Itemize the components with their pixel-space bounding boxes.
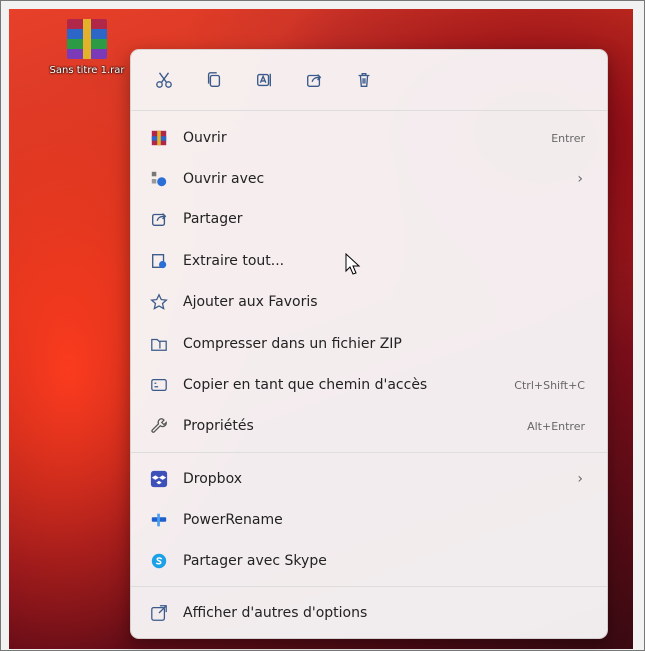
copy-icon bbox=[207, 72, 221, 87]
menu-item-powerrename[interactable]: PowerRename bbox=[137, 502, 601, 538]
menu-item-label: Dropbox bbox=[183, 471, 242, 487]
menu-item-shortcut: Entrer bbox=[551, 131, 585, 145]
powerrename-icon bbox=[149, 510, 169, 530]
menu-item-open-with[interactable]: Ouvrir avec › bbox=[137, 161, 601, 197]
desktop-file-icon[interactable]: Sans titre 1.rar bbox=[47, 19, 127, 76]
menu-item-share-skype[interactable]: Partager avec Skype bbox=[137, 543, 601, 579]
menu-item-label: Ouvrir bbox=[183, 130, 227, 146]
more-options-icon bbox=[149, 603, 169, 623]
mouse-pointer-icon bbox=[345, 253, 361, 275]
menu-item-label: Propriétés bbox=[183, 418, 254, 434]
menu-item-add-favorites[interactable]: Ajouter aux Favoris bbox=[137, 284, 601, 320]
submenu-chevron-icon: › bbox=[577, 171, 583, 187]
menu-item-label: Partager bbox=[183, 211, 243, 227]
menu-item-label: Afficher d'autres d'options bbox=[183, 605, 368, 621]
menu-item-open[interactable]: Ouvrir Entrer bbox=[137, 120, 601, 156]
rar-icon bbox=[149, 128, 169, 148]
menu-item-label: Partager avec Skype bbox=[183, 553, 327, 569]
menu-item-dropbox[interactable]: Dropbox › bbox=[137, 461, 601, 497]
menu-item-share[interactable]: Partager bbox=[137, 201, 601, 237]
delete-icon bbox=[358, 73, 370, 87]
screenshot-frame: Sans titre 1.rar Ouvrir Entrer Ouvrir av… bbox=[0, 0, 645, 651]
menu-item-compress-zip[interactable]: Compresser dans un fichier ZIP bbox=[137, 326, 601, 362]
menu-item-extract-all[interactable]: Extraire tout... bbox=[137, 243, 601, 279]
skype-icon bbox=[149, 551, 169, 571]
menu-item-shortcut: Alt+Entrer bbox=[527, 419, 585, 433]
dropbox-icon bbox=[149, 469, 169, 489]
path-icon bbox=[149, 375, 169, 395]
menu-item-label: Copier en tant que chemin d'accès bbox=[183, 377, 428, 393]
menu-item-label: Ouvrir avec bbox=[183, 171, 265, 187]
share-icon bbox=[307, 74, 322, 87]
rename-button[interactable] bbox=[245, 65, 283, 95]
menu-item-properties[interactable]: Propriétés Alt+Entrer bbox=[137, 408, 601, 444]
rename-icon bbox=[257, 73, 271, 87]
delete-button[interactable] bbox=[345, 65, 383, 95]
share-icon bbox=[149, 209, 169, 229]
submenu-chevron-icon: › bbox=[577, 471, 583, 487]
menu-item-label: PowerRename bbox=[183, 512, 283, 528]
menu-item-label: Ajouter aux Favoris bbox=[183, 294, 318, 310]
menu-item-shortcut: Ctrl+Shift+C bbox=[514, 378, 585, 392]
wrench-icon bbox=[149, 416, 169, 436]
separator bbox=[131, 452, 607, 453]
menu-item-copy-path[interactable]: Copier en tant que chemin d'accès Ctrl+S… bbox=[137, 367, 601, 403]
share-button[interactable] bbox=[295, 65, 333, 95]
context-menu-toolbar bbox=[145, 65, 395, 95]
context-menu: Ouvrir Entrer Ouvrir avec › Partager Ext… bbox=[130, 49, 608, 639]
winrar-archive-icon bbox=[67, 19, 107, 59]
star-icon bbox=[149, 292, 169, 312]
separator bbox=[131, 586, 607, 587]
cut-icon bbox=[156, 72, 172, 88]
desktop-file-label: Sans titre 1.rar bbox=[49, 65, 125, 76]
copy-button[interactable] bbox=[195, 65, 233, 95]
open-with-icon bbox=[149, 169, 169, 189]
separator bbox=[131, 110, 607, 111]
zip-icon bbox=[149, 334, 169, 354]
menu-item-label: Extraire tout... bbox=[183, 253, 285, 269]
menu-item-label: Compresser dans un fichier ZIP bbox=[183, 336, 402, 352]
extract-icon bbox=[149, 251, 169, 271]
cut-button[interactable] bbox=[145, 65, 183, 95]
menu-item-more-options[interactable]: Afficher d'autres d'options bbox=[137, 595, 601, 631]
